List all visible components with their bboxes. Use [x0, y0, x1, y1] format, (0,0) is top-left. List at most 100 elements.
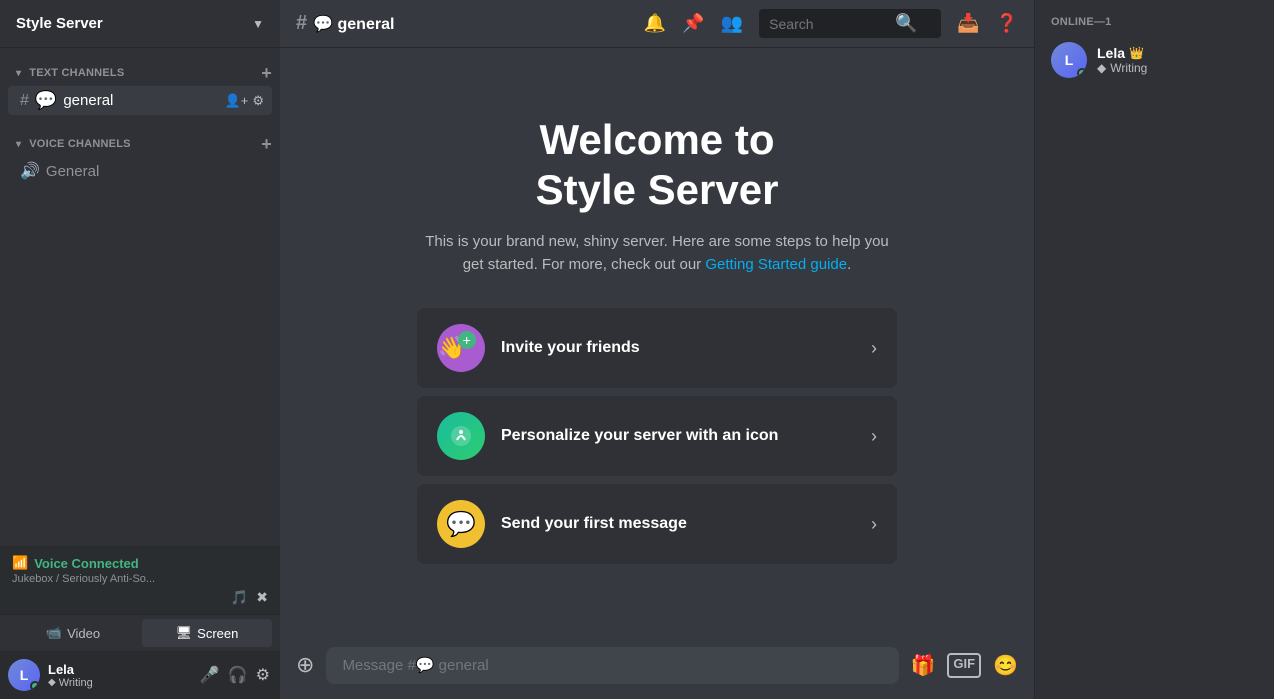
main-content: # 💬 general 🔔 📌 👥 🔍 📥 ❓ Welcome to Style…	[280, 0, 1034, 699]
channel-actions: 👤+ ⚙	[225, 93, 264, 109]
bell-icon[interactable]: 🔔	[644, 13, 666, 34]
screen-button[interactable]: 🖥 Screen	[142, 619, 272, 647]
camera-icon: 📹	[46, 625, 62, 641]
message-input[interactable]	[326, 647, 898, 684]
video-label: Video	[67, 626, 100, 641]
user-info: Lela ◆ Writing	[48, 662, 190, 689]
action-cards: 👋+ Invite your friends › Personalize you…	[417, 308, 897, 564]
speaker-icon: 🔊	[20, 161, 40, 181]
online-header: ONLINE—1	[1043, 16, 1266, 36]
text-channels-collapse-icon[interactable]: ▾	[16, 68, 21, 79]
message-plus-icon[interactable]: ⊕	[296, 652, 314, 678]
help-icon[interactable]: ❓	[996, 13, 1018, 34]
emoji-icon[interactable]: 😊	[993, 653, 1018, 678]
screen-label: Screen	[197, 626, 238, 641]
add-text-channel-button[interactable]: +	[261, 64, 272, 82]
topbar-channel-name: 💬 general	[313, 14, 394, 34]
message-label: Send your first message	[501, 515, 855, 533]
add-member-icon[interactable]: 👤+	[225, 93, 249, 109]
search-input[interactable]	[769, 16, 889, 32]
voice-connected-actions: 🎵 ✖	[12, 589, 268, 606]
sidebar-bottom: 📶 Voice Connected Jukebox / Seriously An…	[0, 546, 280, 699]
server-header[interactable]: Style Server ▼	[0, 0, 280, 48]
action-card-message[interactable]: 💬 Send your first message ›	[417, 484, 897, 564]
member-status-lela: ◆ Writing	[1097, 61, 1258, 75]
voice-channel-name: General	[46, 163, 99, 180]
hash-icon: #	[20, 92, 29, 110]
channel-name-general: general	[63, 92, 218, 109]
chat-area: Welcome to Style Server This is your bra…	[280, 48, 1034, 631]
personalize-chevron-icon: ›	[871, 426, 877, 447]
search-bar[interactable]: 🔍	[759, 9, 941, 38]
video-screen-bar: 📹 Video 🖥 Screen	[0, 614, 280, 651]
status-game-icon: ◆	[48, 677, 56, 688]
members-icon[interactable]: 👥	[721, 13, 743, 34]
status-dot	[30, 681, 40, 691]
voice-connected-subtitle: Jukebox / Seriously Anti-So...	[12, 573, 268, 585]
text-channels-section: ▾ TEXT CHANNELS + # 💬 general 👤+ ⚙	[0, 48, 280, 119]
user-controls: 🎤 🎧 ⚙	[198, 663, 272, 687]
right-panel: ONLINE—1 L Lela 👑 ◆ Writing	[1034, 0, 1274, 699]
voice-channels-collapse-icon[interactable]: ▾	[16, 139, 21, 150]
message-actions: 🎁 GIF 😊	[911, 653, 1018, 678]
action-card-personalize[interactable]: Personalize your server with an icon ›	[417, 396, 897, 476]
typing-icon-topbar: 💬	[313, 16, 333, 33]
voice-channel-general[interactable]: 🔊 General	[8, 157, 272, 185]
member-info-lela: Lela 👑 ◆ Writing	[1097, 45, 1258, 75]
username: Lela	[48, 662, 190, 677]
text-channels-header: ▾ TEXT CHANNELS +	[0, 64, 280, 86]
voice-connected-bar: 📶 Voice Connected Jukebox / Seriously An…	[0, 546, 280, 614]
user-settings-icon[interactable]: ⚙	[254, 663, 272, 687]
inbox-icon[interactable]: 📥	[957, 13, 979, 34]
welcome-title: Welcome to Style Server	[417, 115, 897, 216]
getting-started-link[interactable]: Getting Started guide	[705, 256, 847, 273]
user-bar: L Lela ◆ Writing 🎤 🎧 ⚙	[0, 651, 280, 699]
writing-status-icon: ◆	[1097, 61, 1106, 75]
channel-item-general[interactable]: # 💬 general 👤+ ⚙	[8, 86, 272, 115]
welcome-subtitle: This is your brand new, shiny server. He…	[417, 231, 897, 276]
member-name-lela: Lela 👑	[1097, 45, 1258, 61]
screen-icon: 🖥	[176, 625, 193, 641]
personalize-label: Personalize your server with an icon	[501, 427, 855, 445]
voice-channels-label: VOICE CHANNELS	[29, 138, 130, 150]
video-button[interactable]: 📹 Video	[8, 619, 138, 647]
action-card-invite[interactable]: 👋+ Invite your friends ›	[417, 308, 897, 388]
voice-channels-section: ▾ VOICE CHANNELS + 🔊 General	[0, 119, 280, 189]
avatar: L	[8, 659, 40, 691]
member-avatar-lela: L	[1051, 42, 1087, 78]
sidebar: Style Server ▼ ▾ TEXT CHANNELS + # 💬 gen…	[0, 0, 280, 699]
message-icon: 💬	[437, 500, 485, 548]
voice-channels-header: ▾ VOICE CHANNELS +	[0, 135, 280, 157]
soundwave-icon[interactable]: 🎵	[231, 589, 248, 606]
pin-icon[interactable]: 📌	[682, 13, 704, 34]
gift-icon[interactable]: 🎁	[911, 653, 936, 678]
mute-microphone-icon[interactable]: 🎤	[198, 663, 222, 687]
user-status: ◆ Writing	[48, 677, 190, 689]
message-chevron-icon: ›	[871, 514, 877, 535]
deafen-headset-icon[interactable]: 🎧	[226, 663, 250, 687]
welcome-section: Welcome to Style Server This is your bra…	[417, 115, 897, 277]
personalize-icon	[437, 412, 485, 460]
disconnect-icon[interactable]: ✖	[256, 589, 268, 606]
typing-icon: 💬	[35, 90, 57, 111]
text-channels-label: TEXT CHANNELS	[29, 67, 124, 79]
invite-chevron-icon: ›	[871, 338, 877, 359]
topbar-hash-icon: #	[296, 12, 307, 35]
server-name: Style Server	[16, 15, 103, 32]
member-status-dot	[1077, 68, 1087, 78]
settings-icon[interactable]: ⚙	[252, 93, 264, 109]
invite-icon: 👋+	[437, 324, 485, 372]
add-voice-channel-button[interactable]: +	[261, 135, 272, 153]
crown-icon: 👑	[1129, 46, 1144, 60]
gif-button[interactable]: GIF	[947, 653, 981, 678]
invite-label: Invite your friends	[501, 339, 855, 357]
member-item-lela[interactable]: L Lela 👑 ◆ Writing	[1043, 36, 1266, 84]
topbar: # 💬 general 🔔 📌 👥 🔍 📥 ❓	[280, 0, 1034, 48]
server-chevron-icon: ▼	[252, 17, 264, 31]
signal-icon: 📶	[12, 555, 28, 571]
voice-connected-title: 📶 Voice Connected	[12, 555, 268, 571]
topbar-channel: # 💬 general	[296, 12, 394, 35]
search-icon: 🔍	[895, 13, 917, 34]
topbar-actions: 🔔 📌 👥 🔍 📥 ❓	[644, 9, 1018, 38]
message-bar: ⊕ 🎁 GIF 😊	[280, 631, 1034, 699]
